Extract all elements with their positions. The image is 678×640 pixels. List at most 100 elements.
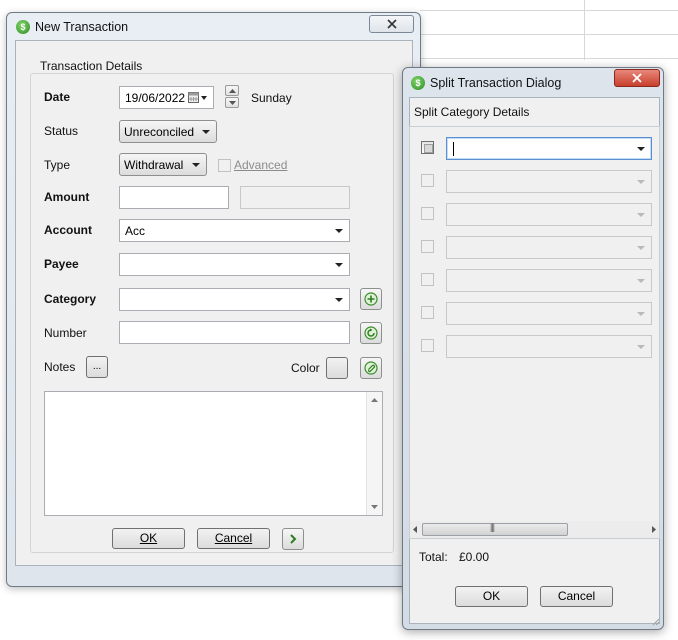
advanced-text: Advanced xyxy=(234,158,288,172)
chevron-down-icon xyxy=(637,147,645,151)
resize-grip-icon[interactable] xyxy=(651,617,660,626)
close-icon xyxy=(386,19,397,29)
chevron-down-icon xyxy=(637,312,645,316)
chevron-left-icon xyxy=(413,526,417,533)
notes-textarea[interactable] xyxy=(44,391,383,516)
date-spinner[interactable] xyxy=(225,85,239,108)
amount-secondary-input xyxy=(240,186,350,209)
scroll-thumb[interactable]: ||| xyxy=(422,522,568,536)
split-row-6-checkbox[interactable] xyxy=(421,306,434,319)
color-button[interactable] xyxy=(326,357,348,379)
chevron-down-icon xyxy=(637,345,645,349)
account-value: Acc xyxy=(125,224,146,238)
attachment-button[interactable] xyxy=(360,357,382,379)
category-label: Category xyxy=(44,292,97,306)
number-input[interactable] xyxy=(119,321,350,344)
amount-input[interactable] xyxy=(119,186,229,209)
split-row-7-category[interactable] xyxy=(446,335,652,358)
new-transaction-titlebar: $ New Transaction xyxy=(7,13,420,41)
split-ok-button[interactable]: OK xyxy=(455,586,528,607)
date-down-button[interactable] xyxy=(225,97,239,108)
auto-number-button[interactable] xyxy=(360,322,382,344)
advanced-checkbox[interactable] xyxy=(218,159,231,172)
refresh-icon xyxy=(364,326,378,340)
chevron-up-icon xyxy=(371,398,378,402)
split-row-3-category[interactable] xyxy=(446,203,652,226)
group-title: Transaction Details xyxy=(39,59,144,73)
grip-icon: ||| xyxy=(490,522,495,532)
split-row-1-category[interactable] xyxy=(446,137,652,160)
status-value: Unreconciled xyxy=(124,125,195,139)
account-label: Account xyxy=(44,223,92,237)
notes-label: Notes xyxy=(44,360,76,374)
split-row-3-checkbox[interactable] xyxy=(421,207,434,220)
type-label: Type xyxy=(44,158,71,172)
ok-label: OK xyxy=(139,531,158,545)
notes-more-button[interactable]: ... xyxy=(86,356,108,378)
status-label: Status xyxy=(44,124,79,138)
cancel-label: Cancel xyxy=(214,531,253,545)
account-select[interactable]: Acc xyxy=(119,219,350,242)
money-app-icon: $ xyxy=(411,76,425,90)
split-row-2-category[interactable] xyxy=(446,170,652,193)
close-icon xyxy=(632,73,642,83)
split-window-title: Split Transaction Dialog xyxy=(430,76,562,90)
ok-button[interactable]: OK xyxy=(112,528,185,549)
paperclip-icon xyxy=(364,361,378,375)
advanced-label: Advanced xyxy=(234,158,287,172)
split-row-4-checkbox[interactable] xyxy=(421,240,434,253)
chevron-down-icon xyxy=(637,246,645,250)
chevron-down-icon xyxy=(335,229,343,233)
close-button[interactable] xyxy=(369,15,414,33)
chevron-down-icon xyxy=(229,101,236,105)
date-value: 19/06/2022 xyxy=(125,91,186,105)
number-label: Number xyxy=(44,326,87,340)
cancel-button[interactable]: Cancel xyxy=(197,528,270,549)
chevron-down-icon xyxy=(637,180,645,184)
split-row-5-checkbox[interactable] xyxy=(421,273,434,286)
date-picker[interactable]: 19/06/2022 xyxy=(119,86,214,109)
split-close-button[interactable] xyxy=(614,69,660,87)
chevron-up-icon xyxy=(229,89,236,93)
chevron-down-icon xyxy=(637,279,645,283)
money-app-icon: $ xyxy=(16,20,30,34)
split-rows-panel: ||| xyxy=(409,126,660,539)
category-select[interactable] xyxy=(119,288,350,311)
payee-select[interactable] xyxy=(119,253,350,276)
amount-label: Amount xyxy=(44,190,90,204)
weekday-label: Sunday xyxy=(251,91,292,105)
date-up-button[interactable] xyxy=(225,85,239,96)
total-label: Total: xyxy=(419,550,448,564)
split-transaction-window: $ Split Transaction Dialog Split Categor… xyxy=(402,67,664,630)
split-row-4-category[interactable] xyxy=(446,236,652,259)
text-cursor xyxy=(453,142,454,156)
color-label: Color xyxy=(291,361,320,375)
date-label: Date xyxy=(44,90,71,104)
split-row-7-checkbox[interactable] xyxy=(421,339,434,352)
chevron-down-icon xyxy=(335,298,343,302)
split-section-title: Split Category Details xyxy=(414,105,530,119)
calendar-icon xyxy=(188,92,199,103)
chevron-right-icon xyxy=(652,526,656,533)
status-select[interactable]: Unreconciled xyxy=(119,120,217,143)
type-select[interactable]: Withdrawal xyxy=(119,153,207,176)
split-category-button[interactable] xyxy=(360,288,382,310)
next-button[interactable] xyxy=(282,528,304,550)
split-row-6-category[interactable] xyxy=(446,302,652,325)
add-icon xyxy=(364,292,378,306)
split-cancel-button[interactable]: Cancel xyxy=(540,586,613,607)
split-row-1-checkbox[interactable] xyxy=(421,141,434,154)
window-title: New Transaction xyxy=(35,20,129,34)
notes-scrollbar[interactable] xyxy=(366,392,382,515)
chevron-right-icon xyxy=(290,534,297,544)
total-value: £0.00 xyxy=(459,550,490,564)
payee-label: Payee xyxy=(44,257,79,271)
split-horizontal-scrollbar[interactable]: ||| xyxy=(410,521,659,538)
chevron-down-icon xyxy=(637,213,645,217)
split-row-5-category[interactable] xyxy=(446,269,652,292)
chevron-down-icon xyxy=(201,96,207,100)
new-transaction-window: $ New Transaction Transaction Details Da… xyxy=(6,12,421,587)
split-transaction-titlebar: $ Split Transaction Dialog xyxy=(403,68,663,96)
split-row-2-checkbox[interactable] xyxy=(421,174,434,187)
chevron-down-icon xyxy=(335,263,343,267)
